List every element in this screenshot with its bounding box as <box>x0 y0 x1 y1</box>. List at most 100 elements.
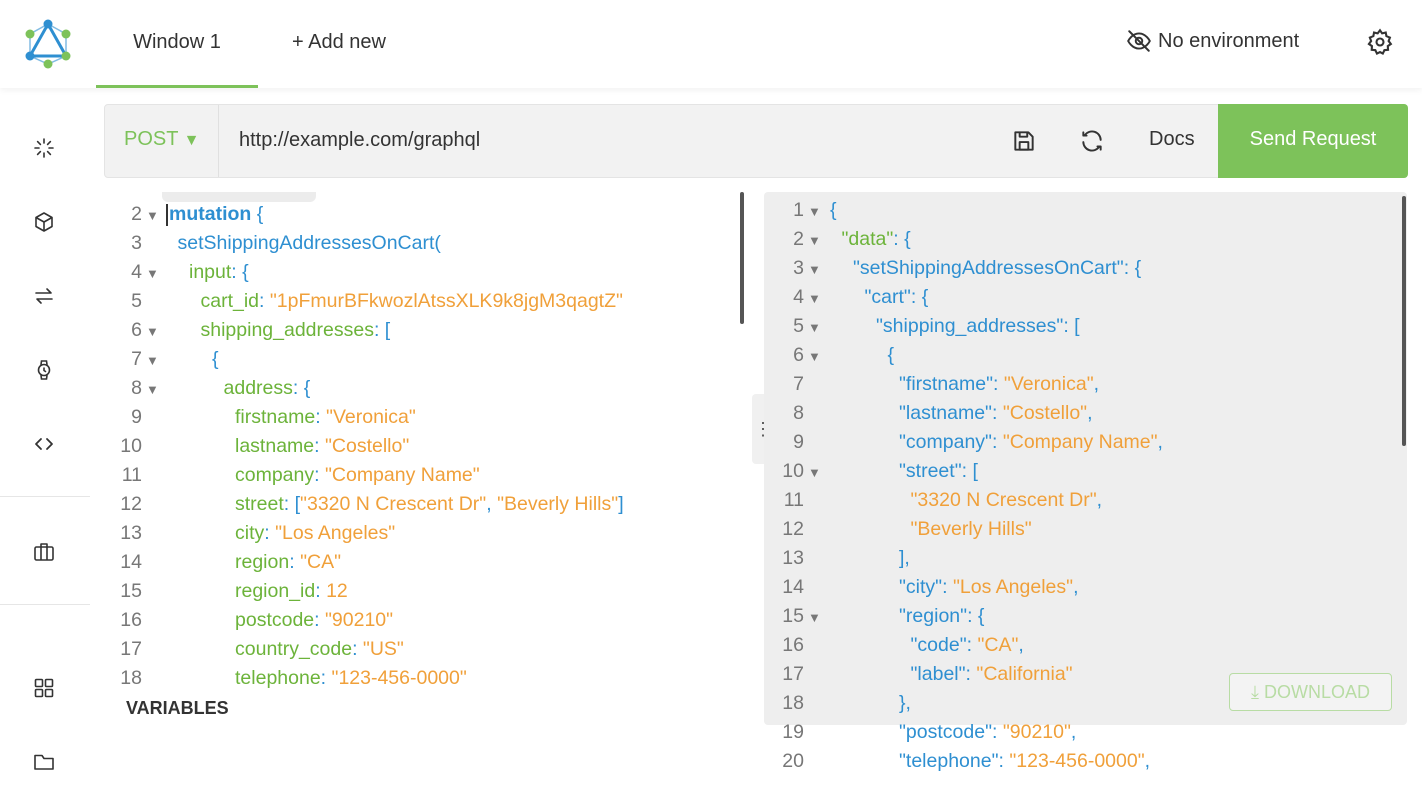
code-token: : <box>315 580 327 602</box>
code-token: "90210" <box>1002 721 1071 743</box>
code-line: 1 ▼{ <box>766 196 837 226</box>
code-text: "region": { <box>826 602 984 631</box>
code-line: 12 street: ["3320 N Crescent Dr", "Beverl… <box>104 490 624 519</box>
code-line: 5 cart_id: "1pFmurBFkwozlAtssXLK9k8jgM3qa… <box>104 287 623 316</box>
code-token: "data" <box>841 228 894 250</box>
code-token: { <box>830 199 837 221</box>
refresh-icon[interactable] <box>1079 128 1105 154</box>
code-line: 8 "lastname": "Costello", <box>766 399 1092 428</box>
code-token: , <box>1093 373 1100 395</box>
code-line: 6 ▼ shipping_addresses: [ <box>104 316 390 345</box>
code-token: , <box>1144 750 1151 772</box>
code-line: 5 ▼ "shipping_addresses": [ <box>766 312 1079 342</box>
line-number: 2 <box>793 228 804 250</box>
code-line: 3 setShippingAddressesOnCart( <box>104 229 441 258</box>
query-editor[interactable]: 2 ▼ mutation {3 setShippingAddressesOnCart(… <box>104 192 744 692</box>
code-line: 2 ▼ mutation { <box>104 200 263 229</box>
code-text: region_id: 12 <box>164 577 348 606</box>
variables-header[interactable]: VARIABLES <box>126 698 229 719</box>
briefcase-icon[interactable] <box>30 538 58 566</box>
code-text: ], <box>826 544 910 573</box>
line-number: 4 <box>131 261 142 283</box>
fold-toggle-icon[interactable]: ▼ <box>804 458 826 487</box>
code-token: "label" <box>910 663 966 685</box>
sidebar-divider <box>0 604 90 605</box>
code-token: firstname <box>235 406 316 428</box>
editor-scrollbar[interactable] <box>740 192 744 324</box>
tab-window-1[interactable]: Window 1 <box>96 0 258 88</box>
fold-toggle-icon[interactable]: ▼ <box>804 226 826 255</box>
line-number: 6 <box>131 319 142 341</box>
fold-toggle-icon[interactable]: ▼ <box>804 313 826 342</box>
line-number: 10 <box>782 460 804 482</box>
code-line: 14 "city": "Los Angeles", <box>766 573 1078 602</box>
fold-toggle-icon[interactable]: ▼ <box>804 284 826 313</box>
line-number: 12 <box>120 493 142 515</box>
code-token: : <box>942 576 953 598</box>
url-input[interactable]: http://example.com/graphql <box>239 105 480 177</box>
save-icon[interactable] <box>1011 128 1037 154</box>
code-token: : <box>315 406 327 428</box>
code-line: 19 "postcode": "90210", <box>766 718 1076 747</box>
fold-toggle-icon[interactable]: ▼ <box>804 603 826 632</box>
line-number: 12 <box>782 518 804 540</box>
code-token: "code" <box>910 634 967 656</box>
code-token: : { <box>292 377 311 399</box>
code-token: : { <box>967 605 985 627</box>
watch-icon[interactable] <box>30 356 58 384</box>
cube-icon[interactable] <box>30 208 58 236</box>
code-token: "Veronica" <box>1003 373 1094 395</box>
code-text: city: "Los Angeles" <box>164 519 395 548</box>
fold-toggle-icon[interactable]: ▼ <box>804 342 826 371</box>
sync-arrows-icon[interactable] <box>30 282 58 310</box>
code-icon[interactable] <box>30 430 58 458</box>
environment-selector[interactable]: No environment <box>1126 28 1299 54</box>
send-request-button[interactable]: Send Request <box>1218 104 1408 178</box>
code-text: shipping_addresses: [ <box>164 316 391 345</box>
code-token: : <box>264 522 276 544</box>
fold-toggle-icon[interactable]: ▼ <box>142 259 164 288</box>
result-scrollbar[interactable] <box>1402 196 1406 446</box>
code-token: input <box>189 261 232 283</box>
fold-toggle-icon[interactable]: ▼ <box>142 201 164 230</box>
code-token: "cart" <box>864 286 911 308</box>
code-line: 3 ▼ "setShippingAddressesOnCart": { <box>766 254 1141 283</box>
code-token: address <box>223 377 293 399</box>
code-token: , <box>1157 431 1163 453</box>
code-token: "Los Angeles" <box>952 576 1074 598</box>
fold-toggle-icon[interactable]: ▼ <box>804 197 826 226</box>
download-button[interactable]: ⤓ DOWNLOAD <box>1229 673 1392 711</box>
code-line: 17 country_code: "US" <box>104 635 404 664</box>
method-selector[interactable]: POST ▼ <box>105 105 219 177</box>
text-cursor <box>166 203 168 226</box>
code-text: "setShippingAddressesOnCart": { <box>826 254 1141 283</box>
code-text: country_code: "US" <box>164 635 404 664</box>
request-bar: POST ▼ http://example.com/graphql Docs S… <box>104 104 1408 178</box>
code-text: "Beverly Hills" <box>826 515 1032 544</box>
code-token: "shipping_addresses" <box>876 315 1064 337</box>
code-token: : <box>993 373 1004 395</box>
code-line: 12 "Beverly Hills" <box>766 515 1032 544</box>
app-logo-icon[interactable] <box>22 18 74 70</box>
code-token: }, <box>899 692 911 714</box>
fold-toggle-icon[interactable]: ▼ <box>804 255 826 284</box>
settings-gear-icon[interactable] <box>1366 28 1394 56</box>
code-token: "firstname" <box>899 373 994 395</box>
code-token: : <box>320 667 332 689</box>
code-text: region: "CA" <box>164 548 341 577</box>
code-token: "Costello" <box>324 435 410 457</box>
line-number: 18 <box>782 692 804 714</box>
code-token: "Beverly Hills" <box>497 493 619 515</box>
fold-toggle-icon[interactable]: ▼ <box>142 375 164 404</box>
code-token: : <box>289 551 301 573</box>
code-text: "telephone": "123-456-0000", <box>826 747 1150 776</box>
grid-icon[interactable] <box>30 674 58 702</box>
folder-icon[interactable] <box>30 748 58 776</box>
fold-toggle-icon[interactable]: ▼ <box>142 317 164 346</box>
code-token: ] <box>618 493 624 515</box>
add-new-tab-button[interactable]: + Add new <box>292 0 386 88</box>
loading-spinner-icon[interactable] <box>30 134 58 162</box>
fold-toggle-icon[interactable]: ▼ <box>142 346 164 375</box>
code-line: 16 "code": "CA", <box>766 631 1024 660</box>
docs-button[interactable]: Docs <box>1149 105 1195 177</box>
